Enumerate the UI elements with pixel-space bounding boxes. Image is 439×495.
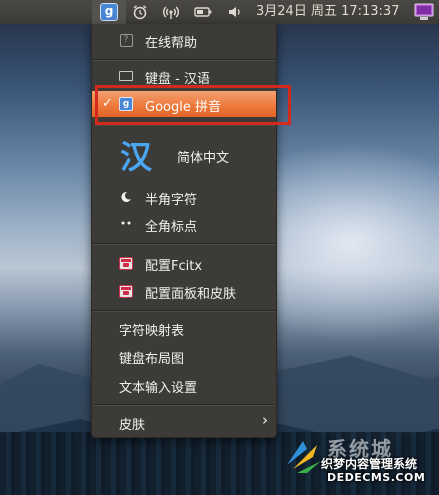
menu-separator <box>93 243 275 245</box>
simplified-chinese-icon: 汉 <box>120 138 153 176</box>
fcitx-google-pinyin-icon: g <box>100 3 118 21</box>
date-time-indicator[interactable]: 3月24日 周五 17:13:37 <box>256 0 399 24</box>
watermark-line2: DEDECMS.COM <box>327 471 426 484</box>
alarm-clock-indicator[interactable] <box>129 0 151 24</box>
menu-item-char-map[interactable]: 字符映射表 <box>92 316 276 340</box>
session-indicator[interactable] <box>412 0 436 24</box>
menu-item-half-width[interactable]: 半角字符 <box>92 185 276 209</box>
menu-item-label: 半角字符 <box>145 193 198 208</box>
settings-icon <box>119 284 133 298</box>
menu-separator <box>93 59 275 61</box>
menu-item-label: 配置Fcitx <box>145 259 203 274</box>
wireless-icon <box>163 6 179 19</box>
punctuation-icon <box>119 217 133 231</box>
menu-item-keyboard-chart[interactable]: 键盘布局图 <box>92 344 276 368</box>
watermark-line1: 织梦内容管理系统 <box>321 457 418 471</box>
battery-indicator[interactable] <box>191 0 215 24</box>
menu-item-label: 简体中文 <box>177 151 230 166</box>
submenu-arrow-icon: › <box>262 411 268 429</box>
menu-item-label: 全角标点 <box>145 220 198 235</box>
top-panel: g 3月24日 周五 17:13:37 <box>0 0 439 24</box>
menu-item-online-help[interactable]: ? 在线帮助 <box>92 28 276 52</box>
menu-item-full-width-punct[interactable]: 全角标点 <box>92 212 276 236</box>
menu-separator <box>93 404 275 406</box>
power-icon <box>414 3 434 20</box>
volume-icon <box>229 7 240 17</box>
menu-item-label: 文本输入设置 <box>119 381 198 396</box>
menu-item-skin[interactable]: 皮肤 › <box>92 410 276 434</box>
highlight-annotation <box>95 85 291 125</box>
menu-item-config-fcitx[interactable]: 配置Fcitx <box>92 251 276 275</box>
watermark-logo-icon <box>287 441 321 473</box>
menu-item-config-panel-skin[interactable]: 配置面板和皮肤 <box>92 279 276 303</box>
menu-item-label: 键盘布局图 <box>119 352 185 367</box>
network-indicator[interactable] <box>160 0 182 24</box>
menu-item-label: 字符映射表 <box>119 324 185 339</box>
input-method-indicator[interactable]: g <box>92 0 126 24</box>
help-icon: ? <box>119 33 133 47</box>
site-watermark: 系统城 织梦内容管理系统 DEDECMS.COM <box>283 433 433 487</box>
keyboard-icon <box>119 69 133 83</box>
menu-item-text-input-settings[interactable]: 文本输入设置 <box>92 373 276 397</box>
menu-item-label: 皮肤 <box>119 418 146 433</box>
menu-item-label: 在线帮助 <box>145 36 198 51</box>
menu-item-simplified-chinese[interactable]: 汉 简体中文 <box>92 130 276 176</box>
volume-indicator[interactable] <box>224 0 246 24</box>
menu-separator <box>93 310 275 312</box>
alarm-clock-icon <box>133 5 147 20</box>
battery-icon <box>194 7 212 17</box>
half-moon-icon <box>119 190 133 204</box>
menu-item-label: 配置面板和皮肤 <box>145 287 237 302</box>
settings-icon <box>119 256 133 270</box>
